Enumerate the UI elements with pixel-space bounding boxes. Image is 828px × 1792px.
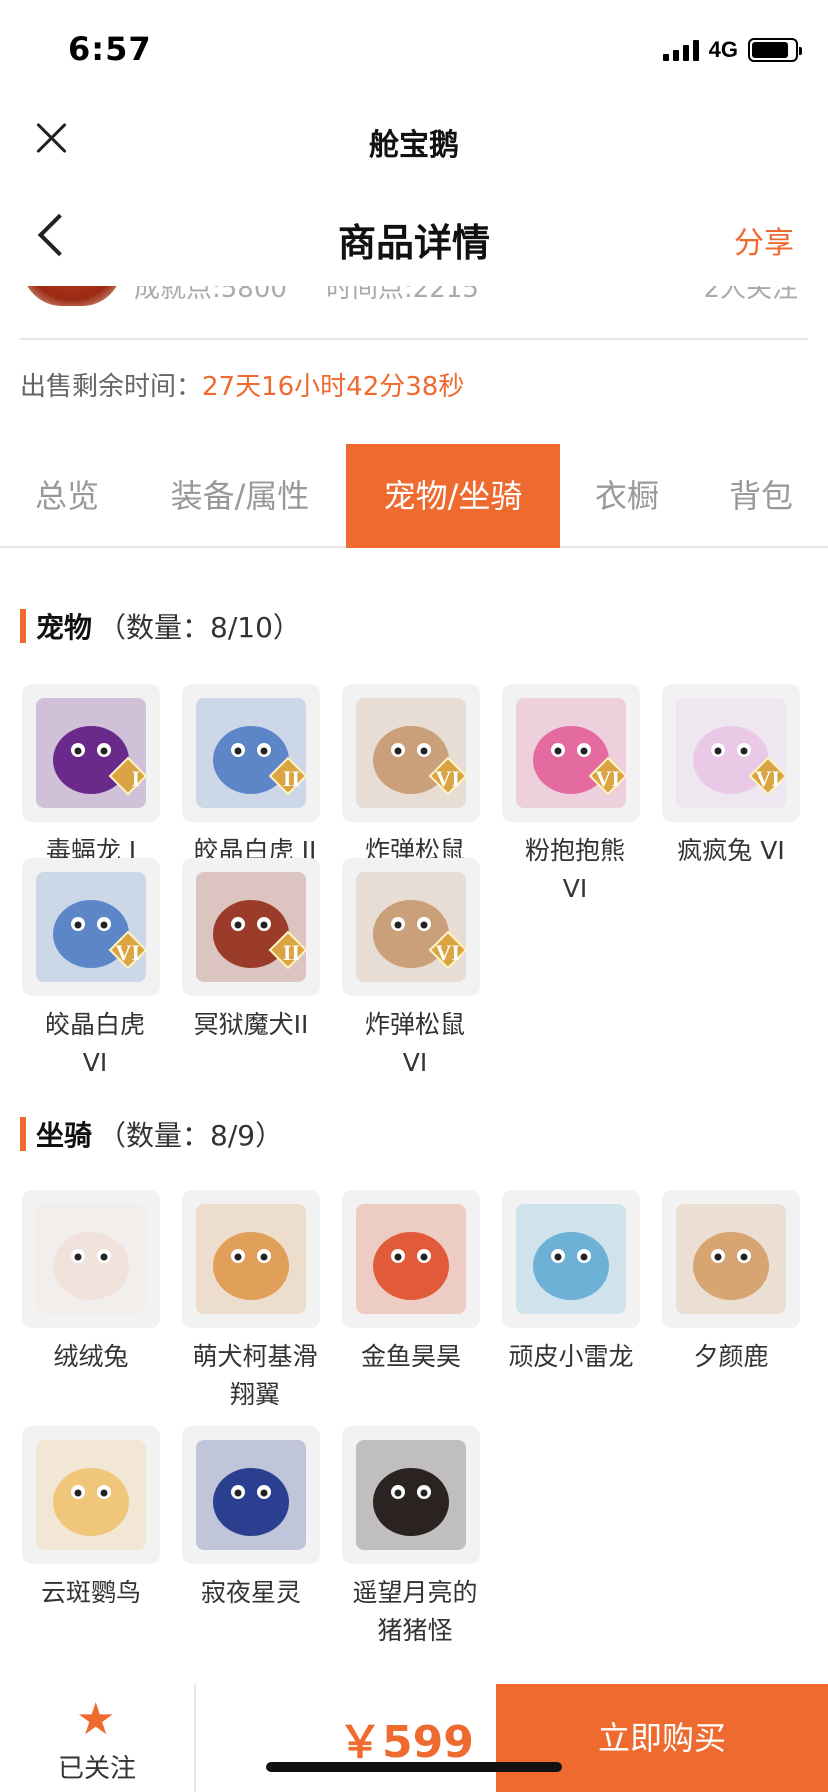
status-time: 6:57 [68,30,152,68]
item-name: 云斑鹦鸟 [40,1578,141,1607]
item-name: 寂夜星灵 [200,1578,301,1607]
sale-timer-label: 出售剩余时间： [20,372,203,402]
squirrel-icon [342,684,480,822]
tab-overview[interactable]: 总览 [0,444,134,548]
crazy-rabbit-icon [662,684,800,822]
white-tiger-icon [182,684,320,822]
mounts-section-title: 坐骑 （数量：8/9） [20,1116,283,1152]
page-title: 商品详情 [337,221,490,265]
tab-equipment[interactable]: 装备/属性 [134,444,346,548]
mounts-count: （数量：8/9） [98,1119,284,1152]
price: ￥599 [338,1717,474,1768]
pets-section-title: 宠物 （数量：8/10） [20,608,301,644]
item-name: 绒绒兔 [53,1342,129,1371]
item-name: 皎晶白虎 VI [44,1010,145,1077]
item-name: 遥望月亮的猪猪怪 [352,1578,478,1645]
share-button[interactable]: 分享 [734,218,794,262]
home-indicator [266,1762,562,1772]
section-accent-bar [20,1117,26,1151]
mounts-title: 坐骑 [36,1119,93,1152]
item-name: 粉抱抱熊 VI [524,836,625,903]
signal-icon [662,39,699,61]
page-header: 商品详情 分享 [0,190,828,286]
star-icon: ★ [76,1694,116,1745]
goldfish-icon [342,1190,480,1328]
hell-hound-icon [182,858,320,996]
item-name: 冥狱魔犬II [193,1010,309,1039]
white-tiger-icon [22,858,160,996]
black-pig-icon [342,1426,480,1564]
item-name: 萌犬柯基滑翔翼 [192,1342,318,1409]
app-title: 舱宝鹅 [369,128,459,163]
pets-title: 宠物 [36,611,93,644]
buy-now-button[interactable]: 立即购买 [496,1684,828,1792]
sale-timer: 出售剩余时间：27天16小时42分38秒 [20,366,464,403]
fluffy-rabbit-icon [22,1190,160,1328]
tab-wardrobe[interactable]: 衣橱 [560,444,694,548]
pets-count: （数量：8/10） [98,611,301,644]
pink-bear-icon [502,684,640,822]
item-name: 夕颜鹿 [693,1342,769,1371]
divider [20,338,808,340]
follow-label: 已关注 [57,1754,136,1784]
tab-pets-mounts[interactable]: 宠物/坐骑 [346,444,560,548]
item-name: 金鱼昊昊 [360,1342,461,1371]
status-bar: 6:57 4G [0,0,828,96]
star-spirit-icon [182,1426,320,1564]
sale-timer-value: 27天16小时42分38秒 [202,372,465,402]
status-icons: 4G [662,36,802,64]
blue-dragon-icon [502,1190,640,1328]
item-name: 疯疯兔 VI [677,836,785,865]
tab-bar: 总览 装备/属性 宠物/坐骑 衣橱 背包 [0,444,828,548]
tab-backpack[interactable]: 背包 [694,444,828,548]
battery-icon [748,38,802,62]
purple-dragon-icon [22,684,160,822]
section-accent-bar [20,609,26,643]
deer-icon [662,1190,800,1328]
item-name: 顽皮小雷龙 [508,1342,634,1371]
network-type: 4G [708,37,738,62]
app-bar: 舱宝鹅 [0,96,828,186]
follow-button[interactable]: ★ 已关注 [0,1684,196,1792]
parrot-icon [22,1426,160,1564]
corgi-glider-icon [182,1190,320,1328]
item-name: 炸弹松鼠 VI [364,1010,465,1077]
bottom-bar: ★ 已关注 ￥599 立即购买 [0,1684,828,1792]
squirrel-icon [342,858,480,996]
